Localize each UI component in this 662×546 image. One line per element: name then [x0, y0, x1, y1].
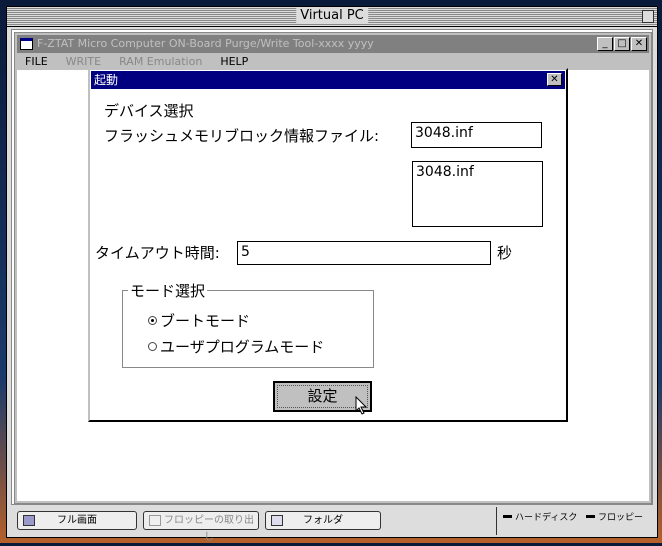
folder-button[interactable]: フォルダ: [265, 511, 381, 530]
radio-label: ブートモード: [160, 312, 251, 330]
app-icon: [20, 38, 33, 50]
dialog-title: 起動: [94, 73, 119, 87]
list-item[interactable]: 3048.inf: [416, 164, 539, 180]
close-button[interactable]: ✕: [631, 37, 647, 51]
folder-label: フォルダ: [303, 515, 343, 526]
radio-unselected-icon[interactable]: [148, 342, 157, 351]
eject-floppy-button[interactable]: フロッピーの取り出し: [143, 511, 259, 543]
eject-floppy-label: フロッピーの取り出し: [164, 515, 254, 543]
app-title: F-ZTAT Micro Computer ON-Board Purge/Wri…: [37, 37, 374, 50]
timeout-label: タイムアウト時間:: [95, 244, 220, 262]
timeout-unit: 秒: [497, 244, 513, 262]
drive-indicators: ハードディスク フロッピー: [496, 507, 653, 535]
dialog-close-button[interactable]: ✕: [547, 73, 562, 86]
menu-help[interactable]: HELP: [220, 55, 248, 68]
maximize-button[interactable]: □: [614, 37, 630, 51]
menu-file[interactable]: FILE: [25, 55, 48, 68]
hdd-label: ハードディスク: [515, 513, 578, 523]
hdd-led-icon: [503, 515, 512, 518]
radio-user-program-mode[interactable]: ユーザプログラムモード: [148, 336, 324, 357]
minimize-button[interactable]: _: [597, 37, 613, 51]
fullscreen-label: フル画面: [57, 515, 97, 526]
zoom-box-icon[interactable]: [642, 10, 654, 23]
menu-write[interactable]: WRITE: [66, 55, 101, 68]
radio-label: ユーザプログラムモード: [160, 338, 325, 356]
radio-boot-mode[interactable]: ブートモード: [148, 310, 250, 331]
host-status-bar: フル画面 フロッピーの取り出し フォルダ ハードディスク フロッピー: [11, 507, 653, 543]
flash-file-input[interactable]: 3048.inf: [411, 122, 542, 148]
startup-dialog: 起動 ✕ デバイス選択 フラッシュメモリブロック情報ファイル: 3048.inf…: [88, 68, 568, 422]
device-heading: デバイス選択: [104, 102, 194, 120]
host-title: Virtual PC: [296, 8, 368, 23]
mouse-cursor-icon: [355, 396, 368, 415]
mode-legend: モード選択: [128, 280, 208, 301]
app-title-bar[interactable]: F-ZTAT Micro Computer ON-Board Purge/Wri…: [17, 35, 649, 53]
flash-file-label: フラッシュメモリブロック情報ファイル:: [104, 127, 380, 145]
floppy-label: フロッピー: [597, 513, 643, 523]
menu-ram-emulation[interactable]: RAM Emulation: [119, 55, 202, 68]
fullscreen-button[interactable]: フル画面: [17, 511, 137, 530]
timeout-input[interactable]: 5: [237, 241, 491, 265]
flash-file-list[interactable]: 3048.inf: [412, 161, 543, 227]
dialog-title-bar[interactable]: 起動 ✕: [91, 71, 565, 89]
radio-selected-icon[interactable]: [148, 316, 157, 325]
floppy-led-icon: [585, 515, 595, 518]
host-title-bar[interactable]: Virtual PC: [7, 7, 657, 27]
